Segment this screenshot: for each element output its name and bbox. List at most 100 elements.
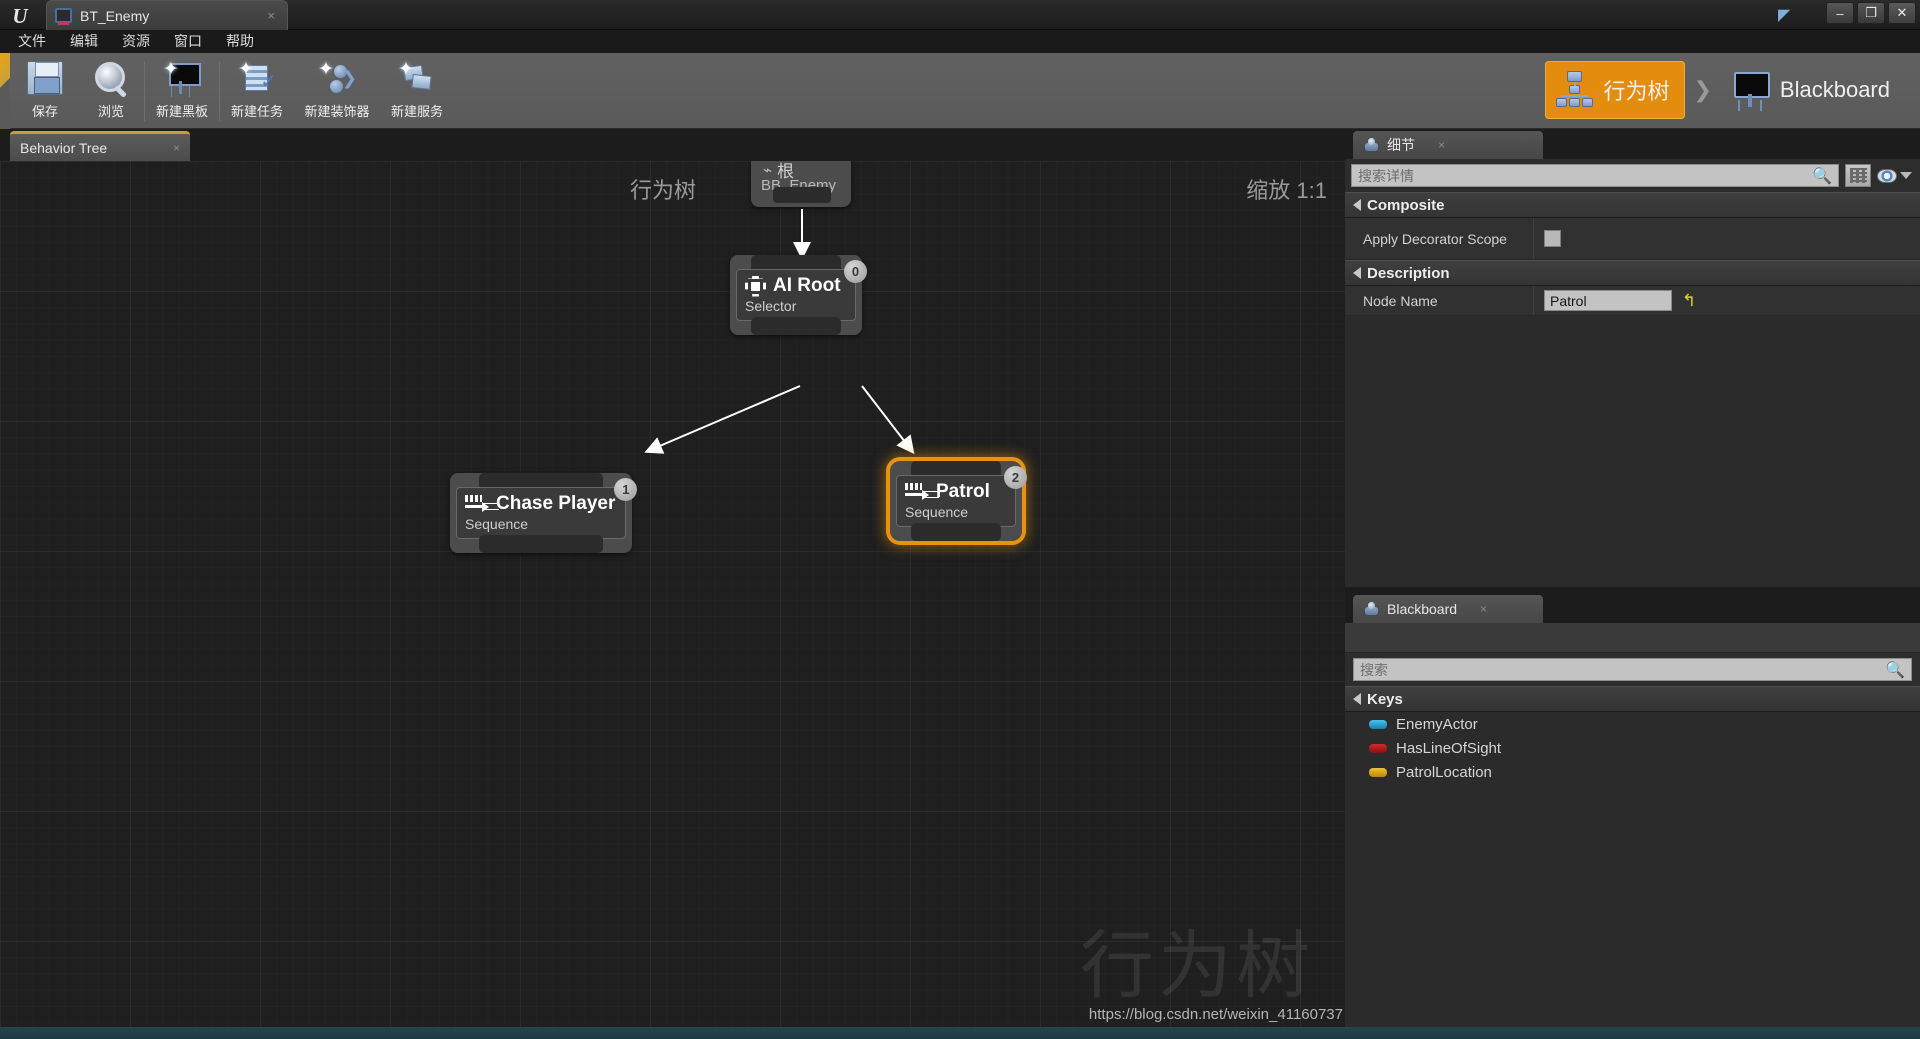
document-tab-bt-enemy[interactable]: BT_Enemy ×	[46, 0, 288, 30]
magnifier-icon	[90, 59, 132, 99]
list-item-has-line-of-sight[interactable]: HasLineOfSight	[1345, 736, 1920, 760]
tab-details[interactable]: 细节 ×	[1353, 131, 1543, 159]
new-service-label: 新建服务	[390, 104, 443, 119]
mode-blackboard[interactable]: Blackboard	[1720, 61, 1906, 119]
blackboard-key-list: EnemyActor HasLineOfSight PatrolLocation	[1345, 712, 1920, 784]
property-row-node-name: Node Name Patrol ↰	[1345, 286, 1920, 316]
selector-icon	[745, 276, 766, 297]
graph-node-patrol-index: 2	[1004, 466, 1027, 489]
new-blackboard-button[interactable]: ✦ 新建黑板	[145, 53, 219, 129]
key-type-chip-object	[1369, 719, 1387, 729]
behavior-tree-asset-icon	[55, 8, 72, 25]
graph-node-ai-root-body: AI Root Selector 0	[736, 260, 867, 321]
details-search-placeholder: 搜索详情	[1358, 167, 1414, 184]
graph-node-chase-player-subtitle: Sequence	[465, 516, 529, 532]
revert-icon[interactable]: ↰	[1682, 291, 1696, 311]
mode-separator-icon: ❯	[1693, 77, 1712, 102]
menu-file[interactable]: 文件	[6, 30, 58, 53]
node-output-pin[interactable]	[479, 535, 604, 553]
graph-node-chase-player[interactable]: Chase Player Sequence 1	[450, 473, 638, 553]
new-decorator-button[interactable]: ❯ ✦ 新建装饰器	[294, 53, 380, 129]
node-output-pin[interactable]	[911, 523, 1001, 541]
graph-node-chase-player-title: Chase Player	[496, 493, 616, 514]
details-section-description[interactable]: Description	[1345, 260, 1920, 286]
graph-watermark: 行为树	[1080, 924, 1314, 1007]
restore-button[interactable]: ❐	[1857, 2, 1885, 24]
details-tab-strip: 细节 ×	[1345, 129, 1920, 159]
title-bar: U BT_Enemy × ◤ – ❐ ✕	[0, 0, 1920, 30]
blackboard-search-input[interactable]: 搜索 🔍	[1353, 658, 1912, 681]
root-icon: ⌁	[763, 161, 773, 179]
save-button[interactable]: 保存	[12, 53, 78, 129]
browse-button-label: 浏览	[97, 104, 124, 119]
blackboard-section-keys-title: Keys	[1367, 690, 1403, 708]
edge-airoot-to-patrol	[861, 385, 915, 455]
details-section-composite[interactable]: Composite	[1345, 192, 1920, 218]
new-decorator-icon: ❯ ✦	[316, 59, 358, 99]
details-search-row: 搜索详情 🔍	[1345, 159, 1920, 192]
search-icon[interactable]: 🔍	[1885, 660, 1905, 680]
menu-assets[interactable]: 资源	[110, 30, 162, 53]
search-icon[interactable]: 🔍	[1812, 166, 1832, 186]
graph-node-ai-root-subtitle: Selector	[745, 298, 797, 314]
blackboard-section-keys[interactable]: Keys	[1345, 686, 1920, 712]
new-decorator-label: 新建装饰器	[304, 104, 370, 119]
graph-node-ai-root-index: 0	[844, 260, 867, 283]
new-task-button[interactable]: ✓ ✦ 新建任务	[220, 53, 294, 129]
list-item-enemy-actor[interactable]: EnemyActor	[1345, 712, 1920, 736]
minimize-button[interactable]: –	[1826, 2, 1854, 24]
graph-node-patrol[interactable]: Patrol Sequence 2	[890, 461, 1027, 541]
node-output-pin[interactable]	[751, 317, 841, 335]
menu-help[interactable]: 帮助	[214, 30, 266, 53]
blackboard-tab-strip: Blackboard ×	[1345, 593, 1920, 623]
grid-view-icon[interactable]	[1845, 164, 1871, 187]
blackboard-key-label: HasLineOfSight	[1396, 739, 1502, 757]
document-tab-title: BT_Enemy	[80, 7, 150, 24]
menu-window[interactable]: 窗口	[162, 30, 214, 53]
new-blackboard-label: 新建黑板	[155, 104, 208, 119]
menu-edit[interactable]: 编辑	[58, 30, 110, 53]
blackboard-key-label: EnemyActor	[1396, 715, 1478, 733]
tab-behavior-tree-close-icon[interactable]: ×	[173, 141, 180, 155]
new-service-icon: ✦	[396, 59, 438, 99]
tab-details-label: 细节	[1387, 137, 1415, 153]
new-task-icon: ✓ ✦	[238, 59, 277, 93]
new-task-label: 新建任务	[230, 104, 283, 119]
tab-behavior-tree[interactable]: Behavior Tree ×	[10, 131, 190, 161]
list-item-patrol-location[interactable]: PatrolLocation	[1345, 760, 1920, 784]
node-name-input[interactable]: Patrol	[1544, 290, 1672, 311]
new-service-button[interactable]: ✦ 新建服务	[380, 53, 454, 129]
expand-triangle-icon	[1353, 267, 1361, 279]
expand-triangle-icon	[1353, 693, 1361, 705]
tab-blackboard-close-icon[interactable]: ×	[1480, 602, 1487, 616]
chevron-down-icon	[1900, 172, 1912, 179]
close-button[interactable]: ✕	[1888, 2, 1916, 24]
graph-node-root[interactable]: ⌁ 根 BB_Enemy	[751, 161, 851, 207]
key-type-chip-vector	[1369, 767, 1387, 777]
apply-decorator-scope-checkbox[interactable]	[1544, 230, 1561, 247]
sequence-icon	[465, 495, 489, 513]
document-tab-close-icon[interactable]: ×	[263, 8, 279, 23]
tab-blackboard[interactable]: Blackboard ×	[1353, 595, 1543, 623]
graph-node-ai-root[interactable]: AI Root Selector 0	[730, 255, 867, 335]
notification-icon[interactable]: ◤	[1778, 5, 1800, 25]
graph-tab-strip: Behavior Tree ×	[0, 129, 1345, 161]
tab-details-close-icon[interactable]: ×	[1438, 138, 1445, 152]
graph-node-patrol-title: Patrol	[936, 481, 990, 502]
toolbar-group-asset: 保存 浏览 ✦ 新建黑板 ✓ ✦ 新建任务 ❯ ✦ 新建装饰器 ✦ 新建服务	[12, 53, 454, 129]
tab-behavior-tree-label: Behavior Tree	[20, 139, 108, 156]
blackboard-search-placeholder: 搜索	[1360, 661, 1388, 678]
behavior-tree-mode-icon	[1555, 70, 1595, 110]
details-search-input[interactable]: 搜索详情 🔍	[1351, 164, 1839, 187]
mode-behavior-tree[interactable]: 行为树	[1545, 61, 1686, 119]
browse-button[interactable]: 浏览	[78, 53, 144, 129]
mode-blackboard-label: Blackboard	[1779, 77, 1890, 102]
behavior-tree-graph-canvas[interactable]: 行为树 缩放 1:1 行为树 https://blog.csdn.net/wei…	[0, 161, 1345, 1027]
graph-title-overlay: 行为树	[630, 178, 697, 203]
graph-zoom-level: 缩放 1:1	[1246, 178, 1327, 203]
blackboard-panel-body: 搜索 🔍 Keys EnemyActor HasLineOfSight Patr…	[1345, 623, 1920, 1028]
new-blackboard-icon: ✦	[161, 59, 203, 99]
view-options-button[interactable]	[1877, 168, 1912, 183]
floppy-disk-icon	[24, 59, 66, 99]
key-type-chip-bool	[1369, 743, 1387, 753]
